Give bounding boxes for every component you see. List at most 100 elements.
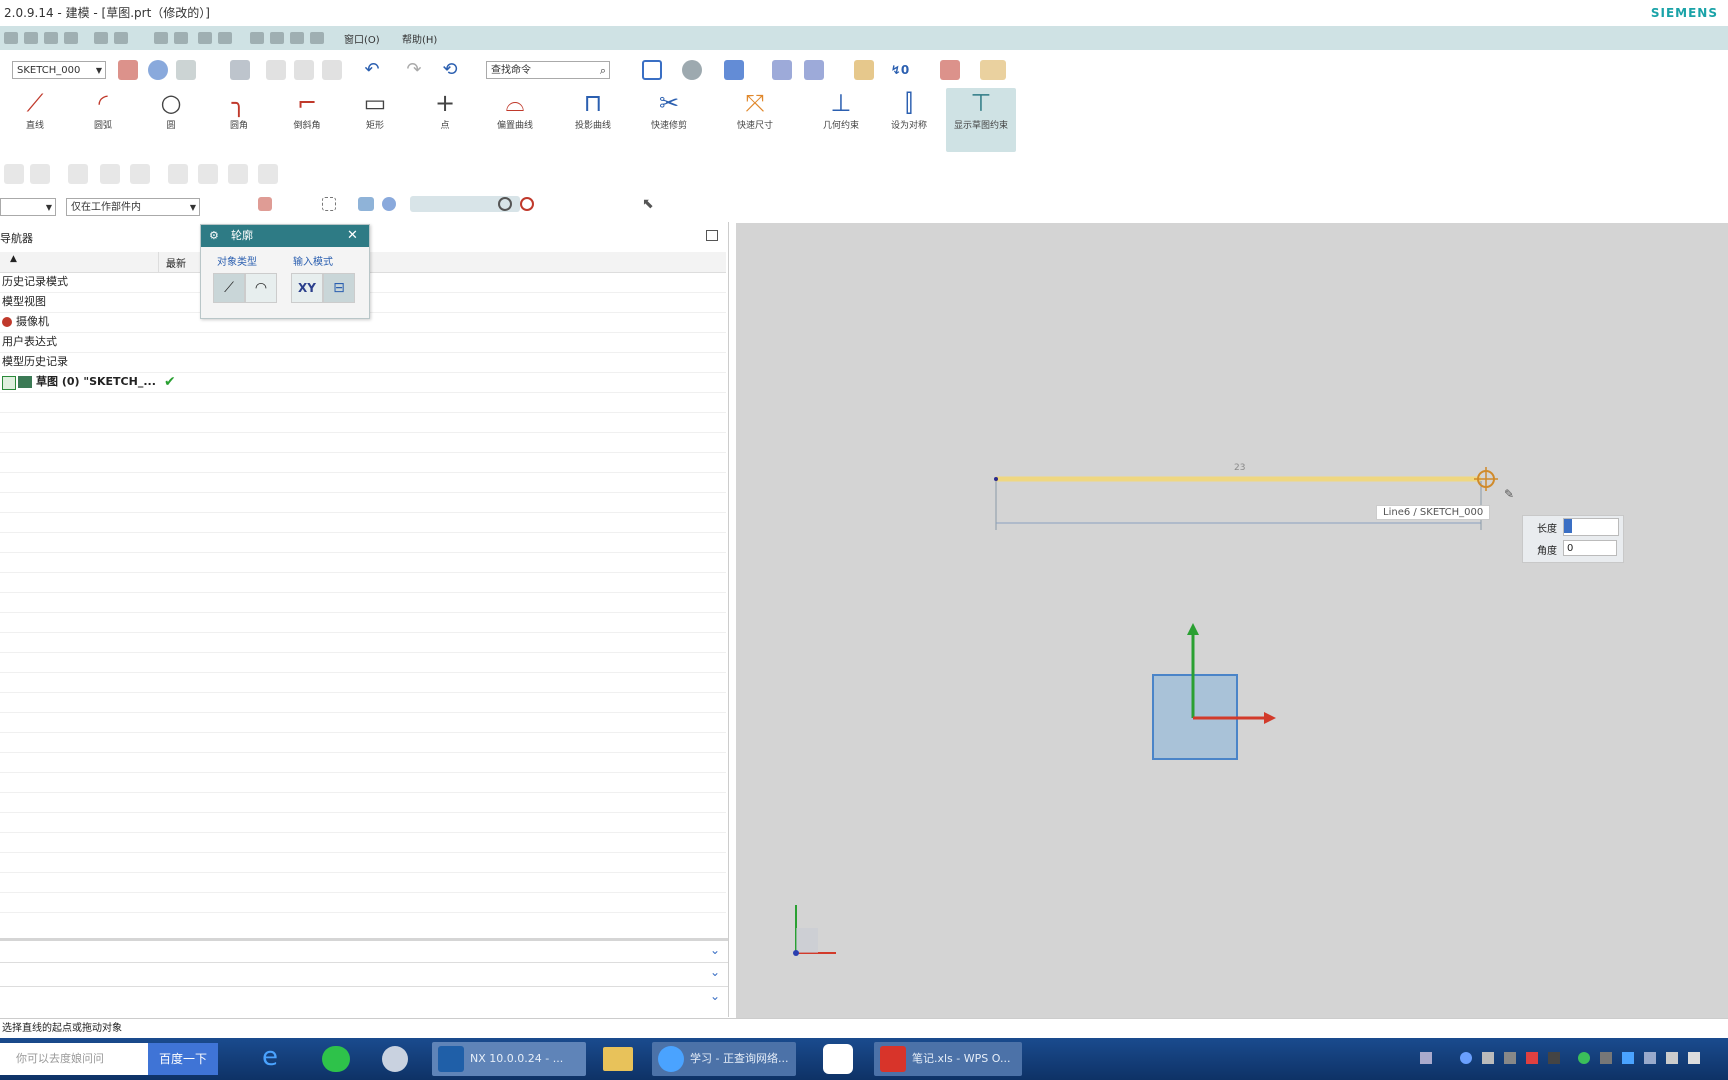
quick-access-icon[interactable] — [154, 32, 168, 44]
app-icon[interactable] — [382, 1046, 408, 1072]
toolbar-icon[interactable] — [100, 164, 120, 184]
center-snap-icon[interactable] — [498, 197, 512, 211]
network-icon[interactable] — [1666, 1052, 1678, 1064]
toolbar-icon[interactable] — [258, 164, 278, 184]
menu-help[interactable]: 帮助(H) — [402, 31, 437, 46]
chevron-down-icon[interactable]: ⌄ — [710, 989, 720, 1003]
view-icon[interactable] — [148, 60, 168, 80]
arc-button[interactable]: ◜ 圆弧 — [72, 88, 134, 152]
quick-access-icon[interactable] — [250, 32, 264, 44]
task-ie[interactable]: 学习 - 正查询网络... — [652, 1042, 796, 1076]
repeat-command-icon[interactable]: ⟲ — [440, 60, 460, 80]
measure-icon[interactable] — [940, 60, 960, 80]
quick-access-icon[interactable] — [44, 32, 58, 44]
line-type-button[interactable]: ⟋ — [213, 273, 245, 303]
filter-icon[interactable] — [854, 60, 874, 80]
fillet-button[interactable]: ╮ 圆角 — [208, 88, 270, 152]
save-icon[interactable] — [230, 60, 250, 80]
symmetric-button[interactable]: ⫿ 设为对称 — [878, 88, 940, 152]
selection-mode-icon[interactable] — [358, 197, 374, 211]
task-netdisk[interactable] — [812, 1042, 864, 1076]
dependencies-panel[interactable]: ⌄ — [0, 986, 728, 1009]
length-input[interactable] — [1563, 518, 1619, 536]
finish-sketch-icon[interactable] — [118, 60, 138, 80]
type-filter-dropdown[interactable]: ▼ — [0, 198, 56, 216]
chamfer-button[interactable]: ⌐ 倒斜角 — [276, 88, 338, 152]
wechat-icon[interactable] — [322, 1046, 350, 1072]
task-explorer[interactable] — [592, 1042, 644, 1076]
toolbar-icon[interactable] — [30, 164, 50, 184]
toolbar-icon[interactable] — [198, 164, 218, 184]
graphics-window[interactable]: 23 Line6 / SKETCH_000 ✎ 长度 角度 0 — [736, 223, 1728, 1018]
angle-input[interactable]: 0 — [1563, 540, 1617, 556]
toolbar-icon[interactable] — [4, 164, 24, 184]
copy-icon[interactable] — [294, 60, 314, 80]
quick-access-icon[interactable] — [310, 32, 324, 44]
quick-access-icon[interactable] — [64, 32, 78, 44]
deselect-icon[interactable] — [258, 197, 272, 211]
quick-access-icon[interactable] — [290, 32, 304, 44]
baidu-search-button[interactable]: 百度一下 — [148, 1043, 218, 1075]
quick-trim-button[interactable]: ✂ 快速修剪 — [638, 88, 700, 152]
menu-window[interactable]: 窗口(O) — [344, 31, 380, 46]
tray-icon[interactable] — [1460, 1052, 1472, 1064]
chevron-down-icon[interactable]: ⌄ — [710, 965, 720, 979]
checkbox-icon[interactable] — [2, 376, 16, 390]
baidu-search-input[interactable]: 你可以去度娘问问 — [0, 1043, 148, 1075]
details-panel[interactable]: ⌄ — [0, 938, 728, 963]
rectangle-button[interactable]: ▭ 矩形 — [344, 88, 406, 152]
chevron-down-icon[interactable]: ⌄ — [710, 943, 720, 957]
undo-icon[interactable]: ↶ — [362, 60, 382, 80]
rect-select-icon[interactable] — [322, 197, 336, 211]
ie-icon[interactable]: e — [262, 1042, 278, 1072]
sphere-select-icon[interactable] — [382, 197, 396, 211]
quick-access-icon[interactable] — [198, 32, 212, 44]
sort-up-icon[interactable]: ▲ — [10, 254, 17, 264]
quick-access-icon[interactable] — [270, 32, 284, 44]
maximize-icon[interactable] — [706, 230, 718, 241]
tray-icon[interactable] — [1548, 1052, 1560, 1064]
point-button[interactable]: + 点 — [414, 88, 476, 152]
tray-icon[interactable] — [1578, 1052, 1590, 1064]
redo-icon[interactable]: ↷ — [404, 60, 424, 80]
preview-panel[interactable]: ⌄ — [0, 962, 728, 985]
tray-icon[interactable] — [1644, 1052, 1656, 1064]
quick-access-icon[interactable] — [174, 32, 188, 44]
offset-curve-button[interactable]: ⌓ 偏置曲线 — [484, 88, 546, 152]
tray-icon[interactable] — [1420, 1052, 1432, 1064]
tray-icon[interactable] — [1504, 1052, 1516, 1064]
layout-icon[interactable] — [642, 60, 662, 80]
toolbar-icon[interactable] — [68, 164, 88, 184]
view-cube-icon[interactable] — [724, 60, 744, 80]
tray-icon[interactable] — [1526, 1052, 1538, 1064]
quick-access-icon[interactable] — [114, 32, 128, 44]
toolbar-icon[interactable] — [228, 164, 248, 184]
task-wps[interactable]: 笔记.xls - WPS O... — [874, 1042, 1022, 1076]
sketch-name-dropdown[interactable]: SKETCH_000 ▼ — [12, 61, 106, 79]
tree-item-user-expressions[interactable]: 用户表达式 — [0, 332, 726, 353]
toolbar-icon[interactable] — [168, 164, 188, 184]
orient-icon[interactable] — [176, 60, 196, 80]
tray-icon[interactable] — [1600, 1052, 1612, 1064]
selection-scope-dropdown[interactable]: 仅在工作部件内 ▼ — [66, 198, 200, 216]
tree-item-sketch[interactable]: 草图 (0) "SKETCH_... ✔ — [0, 372, 726, 393]
quick-access-icon[interactable] — [24, 32, 38, 44]
rapid-dimension-button[interactable]: ⤧ 快速尺寸 — [724, 88, 786, 152]
arc-type-button[interactable]: ◠ — [245, 273, 277, 303]
tray-icon[interactable] — [1482, 1052, 1494, 1064]
tray-icon[interactable] — [1622, 1052, 1634, 1064]
xy-mode-button[interactable]: XY — [291, 273, 323, 303]
quick-access-icon[interactable] — [218, 32, 232, 44]
paste-icon[interactable] — [322, 60, 342, 80]
line-button[interactable]: ⟋ 直线 — [4, 88, 66, 152]
tree-item-model-history[interactable]: 模型历史记录 — [0, 352, 726, 373]
ruler-icon[interactable] — [980, 60, 1006, 80]
show-constraints-button[interactable]: ⊤ 显示草图约束 — [946, 88, 1016, 152]
parameter-mode-button[interactable]: ⊟ — [323, 273, 355, 303]
pointer-icon[interactable]: ⬉ — [642, 196, 662, 216]
render-style-icon[interactable] — [682, 60, 702, 80]
quick-access-icon[interactable] — [4, 32, 18, 44]
circle-button[interactable]: ○ 圆 — [140, 88, 202, 152]
geometric-constraint-button[interactable]: ⊥ 几何约束 — [810, 88, 872, 152]
work-layer-icon[interactable]: ↯0 — [890, 60, 910, 80]
